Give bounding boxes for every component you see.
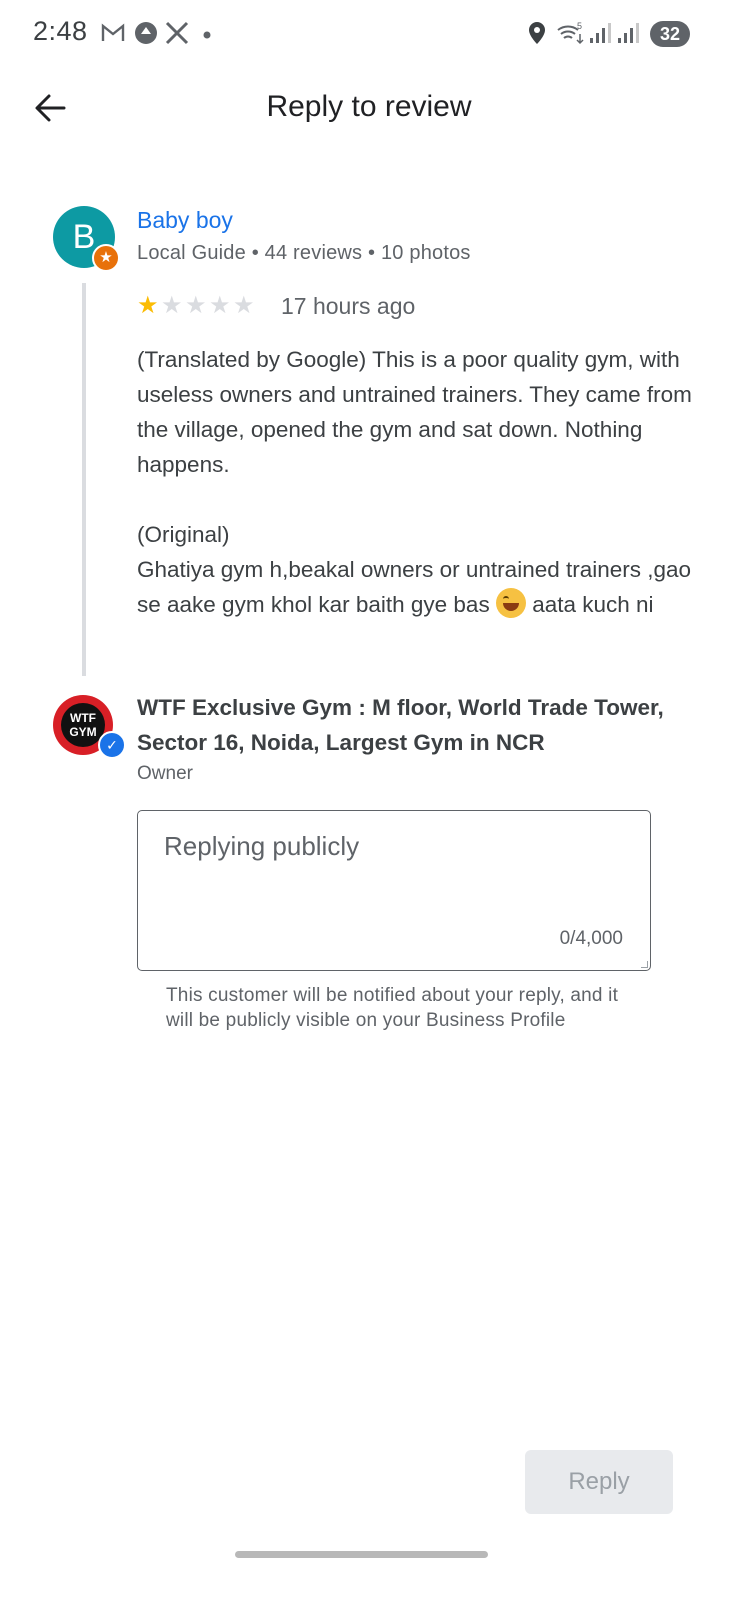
reply-button[interactable]: Reply	[525, 1450, 673, 1514]
app-bar: Reply to review	[0, 78, 738, 138]
review-text: (Translated by Google) This is a poor qu…	[137, 342, 707, 622]
battery-indicator: 32	[650, 21, 690, 47]
owner-name: WTF Exclusive Gym : M floor, World Trade…	[137, 695, 664, 755]
status-bar: 2:48 5 32	[0, 0, 738, 70]
wifi-5g-icon: 5	[557, 21, 584, 45]
review-text-end: aata kuch ni	[525, 592, 654, 617]
tears-of-joy-emoji-icon	[495, 588, 526, 618]
signal-icon	[618, 23, 639, 43]
svg-text:5: 5	[577, 21, 582, 31]
x-app-icon	[165, 21, 189, 45]
notification-dot-icon	[203, 31, 211, 39]
signal-icon	[590, 23, 611, 43]
star-rating: ★ ★ ★ ★ ★	[137, 293, 257, 319]
owner-role: Owner	[137, 763, 193, 784]
reply-box[interactable]: 0/4,000	[137, 810, 651, 971]
review-text-main: (Translated by Google) This is a poor qu…	[137, 347, 692, 617]
page-title: Reply to review	[266, 90, 472, 123]
resize-handle-icon[interactable]	[641, 961, 648, 968]
reply-input[interactable]	[164, 831, 624, 911]
gmail-icon	[101, 23, 125, 41]
star-empty-icon: ★	[209, 292, 231, 319]
verified-check-icon: ✓	[98, 731, 126, 759]
review-time: 17 hours ago	[281, 293, 416, 319]
local-guide-star-icon: ★	[92, 244, 120, 272]
update-icon	[135, 22, 157, 44]
reply-helper-text: This customer will be notified about you…	[166, 985, 619, 1031]
star-empty-icon: ★	[233, 292, 255, 319]
star-filled-icon: ★	[137, 292, 159, 319]
star-empty-icon: ★	[185, 292, 207, 319]
char-count: 0/4,000	[559, 928, 623, 949]
location-icon	[529, 22, 545, 44]
reviewer-name[interactable]: Baby boy	[137, 207, 233, 234]
thread-line	[82, 283, 86, 676]
home-indicator[interactable]	[235, 1551, 488, 1558]
star-empty-icon: ★	[161, 292, 183, 319]
status-time: 2:48	[33, 16, 88, 46]
reviewer-meta: Local Guide • 44 reviews • 10 photos	[137, 242, 471, 264]
